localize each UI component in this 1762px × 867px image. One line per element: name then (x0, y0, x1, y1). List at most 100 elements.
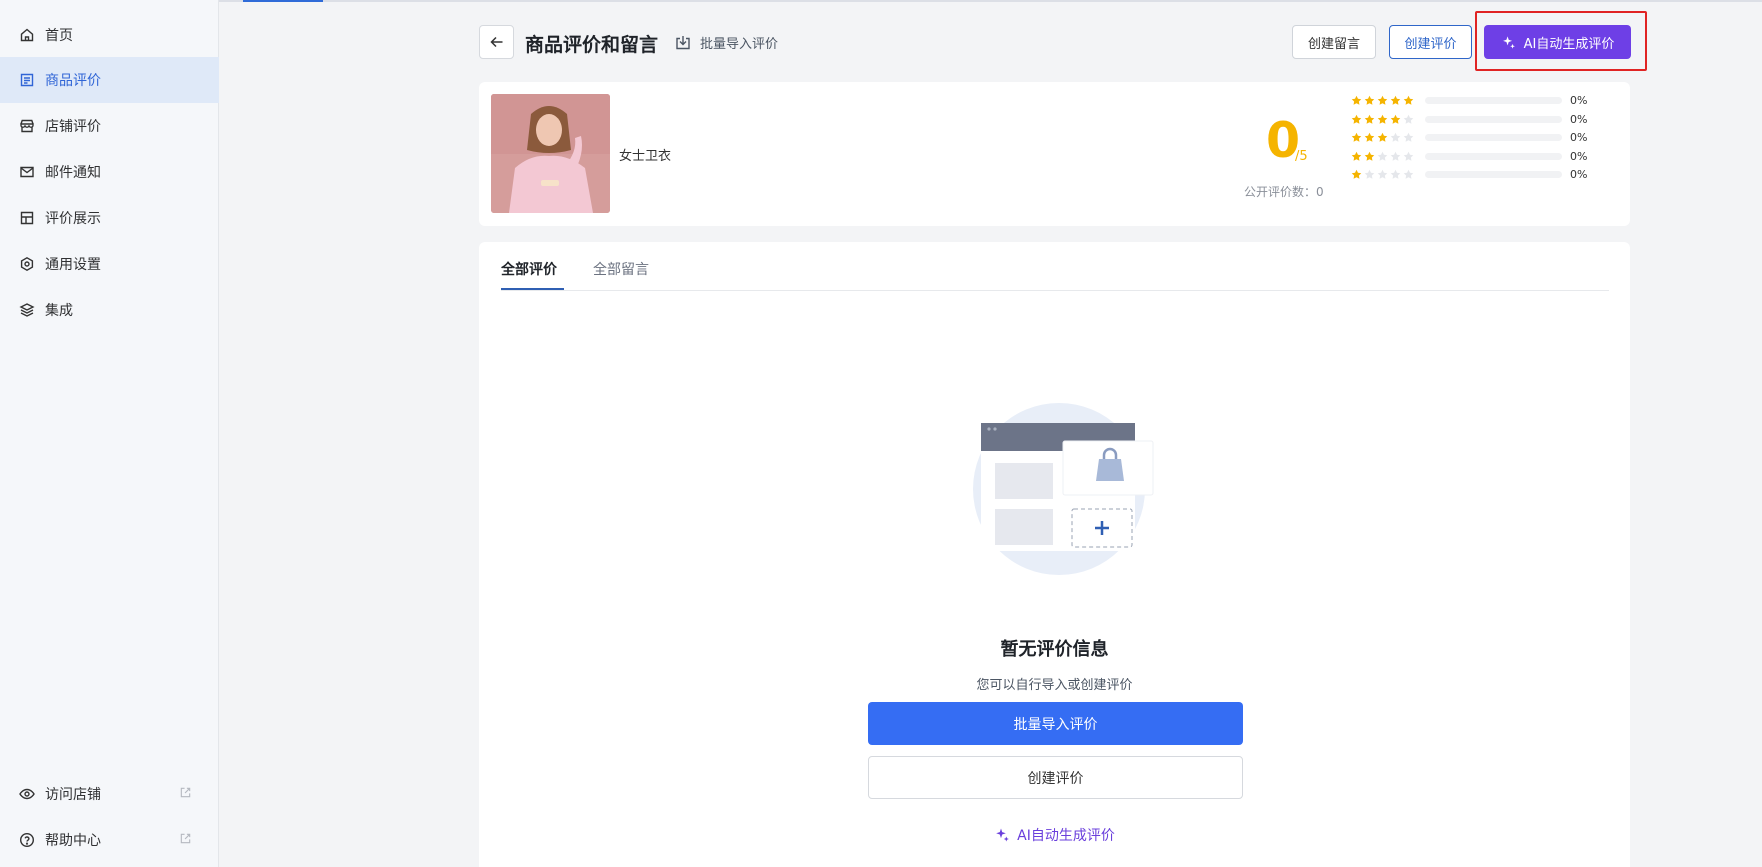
star-icon (1403, 151, 1414, 162)
mail-icon (18, 163, 36, 181)
star-icon (1403, 95, 1414, 106)
reviews-panel: 全部评价 全部留言 暂无评价信息 您可以自行导入或创建评价 批量导入评价 创建评… (479, 242, 1630, 867)
sidebar-item-label: 帮助中心 (45, 833, 101, 849)
star-icon (1364, 151, 1375, 162)
sidebar-item-home[interactable]: 首页 (0, 12, 219, 58)
help-icon (18, 831, 36, 849)
sidebar-item-label: 邮件通知 (45, 165, 101, 181)
sparkle-icon (1502, 35, 1515, 49)
star-icon (1364, 95, 1375, 106)
ai-generate-link[interactable]: AI自动生成评价 (479, 825, 1630, 845)
sidebar-item-label: 集成 (45, 303, 73, 319)
sidebar-item-mail[interactable]: 邮件通知 (0, 149, 219, 195)
star-icon (1377, 169, 1388, 180)
top-divider (219, 0, 1762, 2)
empty-state-title: 暂无评价信息 (1000, 639, 1109, 660)
star-icon (1390, 114, 1401, 125)
star-rating (1351, 151, 1421, 162)
sidebar-item-display[interactable]: 评价展示 (0, 195, 219, 241)
create-review-secondary-button[interactable]: 创建评价 (868, 756, 1243, 799)
ai-generate-label: AI自动生成评价 (1523, 36, 1615, 52)
rating-bar (1425, 170, 1562, 178)
star-icon (1351, 114, 1362, 125)
star-rating (1351, 132, 1421, 143)
sparkle-icon (996, 828, 1009, 842)
settings-icon (18, 255, 36, 273)
star-icon (1351, 151, 1362, 162)
home-icon (18, 26, 36, 44)
star-icon (1390, 151, 1401, 162)
bulk-import-link[interactable]: 批量导入评价 (674, 33, 778, 52)
star-icon (1364, 114, 1375, 125)
sidebar-item-label: 首页 (45, 28, 73, 44)
product-photo (491, 94, 610, 213)
import-icon (676, 35, 690, 49)
star-icon (1351, 95, 1362, 106)
star-icon (1364, 169, 1375, 180)
rating-bar (1425, 115, 1562, 123)
rating-row-4-star: 0% (1351, 112, 1611, 126)
empty-state-subtitle: 您可以自行导入或创建评价 (976, 678, 1133, 693)
sidebar-item-product-review[interactable]: 商品评价 (0, 57, 219, 103)
sidebar-item-integration[interactable]: 集成 (0, 287, 219, 333)
bulk-import-button[interactable]: 批量导入评价 (868, 702, 1243, 745)
rating-percent: 0% (1570, 149, 1588, 163)
rating-percent: 0% (1570, 93, 1588, 107)
star-icon (1377, 95, 1388, 106)
star-icon (1390, 95, 1401, 106)
external-link-icon (179, 786, 193, 800)
rating-row-2-star: 0% (1351, 149, 1611, 163)
sidebar-item-visit-store[interactable]: 访问店铺 (0, 771, 219, 817)
back-button[interactable] (479, 25, 514, 59)
sidebar-item-label: 商品评价 (45, 73, 101, 89)
star-icon (1390, 169, 1401, 180)
star-rating (1351, 169, 1421, 180)
rating-percent: 0% (1570, 130, 1588, 144)
score-max: /5 (1295, 149, 1308, 164)
product-image[interactable] (491, 94, 610, 213)
page-title: 商品评价和留言 (525, 34, 659, 56)
sidebar-item-store-review[interactable]: 店铺评价 (0, 103, 219, 149)
rating-row-3-star: 0% (1351, 130, 1611, 144)
top-tab-indicator (243, 0, 323, 2)
external-link-icon (179, 832, 193, 846)
layers-icon (18, 301, 36, 319)
create-message-button[interactable]: 创建留言 (1292, 25, 1376, 59)
arrow-left-icon (489, 36, 502, 48)
star-icon (1377, 114, 1388, 125)
sidebar-item-help[interactable]: 帮助中心 (0, 817, 219, 863)
rating-row-5-star: 0% (1351, 93, 1611, 107)
rating-row-1-star: 0% (1351, 167, 1611, 181)
star-rating (1351, 114, 1421, 125)
rating-percent: 0% (1570, 167, 1588, 181)
empty-state-illustration (959, 397, 1159, 582)
active-tab-underline (501, 288, 564, 290)
sidebar-item-settings[interactable]: 通用设置 (0, 241, 219, 287)
public-review-count: 公开评价数：0 (1244, 185, 1324, 199)
ai-generate-link-label: AI自动生成评价 (1017, 828, 1115, 844)
star-icon (1377, 151, 1388, 162)
star-icon (1390, 132, 1401, 143)
sidebar-item-label: 评价展示 (45, 211, 101, 227)
star-icon (1351, 132, 1362, 143)
star-icon (1377, 132, 1388, 143)
sidebar-item-label: 访问店铺 (45, 787, 101, 803)
star-icon (1403, 169, 1414, 180)
layout-icon (18, 209, 36, 227)
review-tabs: 全部评价 全部留言 (501, 242, 1609, 291)
product-name: 女士卫衣 (619, 149, 672, 164)
tab-all-reviews[interactable]: 全部评价 (501, 259, 557, 279)
bulk-import-label: 批量导入评价 (700, 37, 779, 52)
ai-generate-review-button[interactable]: AI自动生成评价 (1484, 25, 1631, 59)
star-icon (1403, 132, 1414, 143)
tab-all-messages[interactable]: 全部留言 (593, 259, 649, 279)
rating-bar (1425, 133, 1562, 141)
product-review-icon (18, 71, 36, 89)
sidebar-item-label: 通用设置 (45, 257, 101, 273)
create-review-button[interactable]: 创建评价 (1389, 25, 1472, 59)
store-icon (18, 117, 36, 135)
star-icon (1403, 114, 1414, 125)
rating-bar (1425, 152, 1562, 160)
sidebar-item-label: 店铺评价 (45, 119, 101, 135)
star-icon (1351, 169, 1362, 180)
